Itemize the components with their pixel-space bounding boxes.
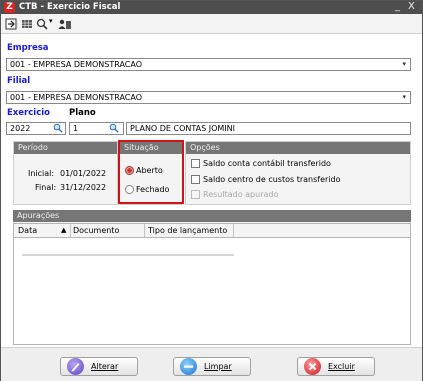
column-divider[interactable] bbox=[233, 224, 234, 237]
filial-value: 001 - EMPRESA DEMONSTRACAO bbox=[10, 93, 143, 102]
plano-name-value: PLANO DE CONTAS JOMINI bbox=[130, 124, 236, 133]
window-title: CTB - Exercicio Fiscal bbox=[19, 2, 121, 12]
alterar-button[interactable]: Alterar bbox=[60, 357, 138, 376]
alterar-label: Alterar bbox=[91, 362, 119, 371]
final-label: Final: bbox=[35, 183, 57, 192]
inicial-value: 01/01/2022 bbox=[60, 169, 107, 178]
zoom-dropdown-caret[interactable]: ▾ bbox=[49, 17, 53, 25]
apuracoes-group: Apurações bbox=[13, 210, 411, 223]
edit-icon bbox=[67, 358, 84, 375]
periodo-group: Período Inicial: 01/01/2022 Final: 31/12… bbox=[13, 141, 118, 205]
exit-icon[interactable] bbox=[5, 17, 17, 31]
chevron-down-icon: ▾ bbox=[402, 60, 406, 68]
apuracoes-grid-header: Data ▲ Documento Tipo de lançamento bbox=[13, 223, 411, 238]
minimize-button[interactable]: _ bbox=[395, 1, 400, 12]
sort-asc-icon: ▲ bbox=[61, 226, 67, 234]
exercicio-label: Exercicio bbox=[7, 108, 50, 118]
chevron-down-icon: ▾ bbox=[402, 93, 406, 101]
close-button[interactable]: X bbox=[408, 1, 415, 12]
exercicio-fiscal-window: Z CTB - Exercicio Fiscal _ X ▾ Empresa 0… bbox=[0, 0, 423, 381]
empresa-label: Empresa bbox=[7, 43, 49, 53]
apuracoes-grid-body[interactable] bbox=[13, 238, 411, 345]
plano-search-icon[interactable] bbox=[109, 123, 119, 133]
filial-select[interactable]: 001 - EMPRESA DEMONSTRACAO ▾ bbox=[6, 91, 411, 104]
inicial-label: Inicial: bbox=[28, 169, 55, 178]
plano-name-field: PLANO DE CONTAS JOMINI bbox=[126, 122, 411, 135]
resultado-apurado-checkbox bbox=[191, 190, 200, 199]
saldo-conta-label[interactable]: Saldo conta contábil transferido bbox=[203, 159, 331, 168]
footer-bar: Alterar Limpar Excluir bbox=[1, 347, 422, 381]
users-icon[interactable] bbox=[58, 17, 72, 31]
column-divider[interactable] bbox=[70, 224, 71, 237]
col-documento[interactable]: Documento bbox=[73, 226, 119, 235]
exercicio-search-icon[interactable] bbox=[53, 123, 63, 133]
apuracoes-title: Apurações bbox=[13, 210, 411, 222]
horizontal-scrollbar[interactable] bbox=[22, 254, 234, 256]
col-data[interactable]: Data bbox=[18, 226, 37, 235]
plano-code-value: 1 bbox=[73, 124, 79, 133]
saldo-centro-checkbox[interactable] bbox=[191, 175, 200, 184]
zoom-icon[interactable] bbox=[36, 17, 48, 31]
empresa-select[interactable]: 001 - EMPRESA DEMONSTRACAO ▾ bbox=[6, 58, 411, 71]
situacao-highlight-box bbox=[118, 140, 184, 204]
saldo-conta-checkbox[interactable] bbox=[191, 159, 200, 168]
opcoes-title: Opções bbox=[186, 142, 410, 154]
limpar-label: Limpar bbox=[204, 362, 232, 371]
saldo-centro-label[interactable]: Saldo centro de custos transferido bbox=[203, 175, 341, 184]
column-divider[interactable] bbox=[144, 224, 145, 237]
limpar-button[interactable]: Limpar bbox=[173, 357, 251, 376]
periodo-title: Período bbox=[14, 142, 117, 154]
resultado-apurado-label: Resultado apurado bbox=[203, 190, 279, 199]
empresa-value: 001 - EMPRESA DEMONSTRACAO bbox=[10, 60, 143, 69]
excluir-label: Excluir bbox=[328, 362, 355, 371]
final-value: 31/12/2022 bbox=[60, 183, 107, 192]
col-tipo-lancamento[interactable]: Tipo de lançamento bbox=[148, 226, 227, 235]
toolbar: ▾ bbox=[1, 14, 422, 34]
delete-icon bbox=[304, 358, 321, 375]
plano-label: Plano bbox=[69, 108, 96, 118]
exercicio-value: 2022 bbox=[10, 124, 31, 133]
filial-label: Filial bbox=[7, 76, 31, 86]
opcoes-group: Opções Saldo conta contábil transferido … bbox=[185, 141, 411, 205]
clear-icon bbox=[180, 358, 197, 375]
grid-icon[interactable] bbox=[21, 17, 33, 31]
excluir-button[interactable]: Excluir bbox=[297, 357, 375, 376]
title-bar: Z CTB - Exercicio Fiscal _ X bbox=[1, 1, 422, 14]
app-logo-icon: Z bbox=[4, 2, 15, 13]
